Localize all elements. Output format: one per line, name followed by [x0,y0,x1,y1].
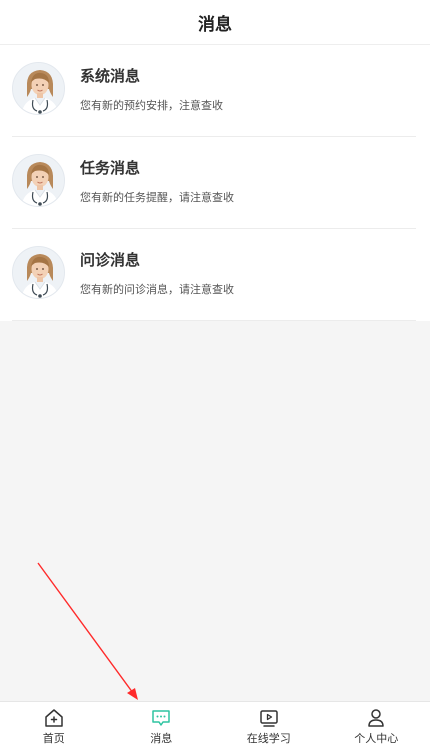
tab-profile[interactable]: 个人中心 [323,702,430,749]
message-title: 问诊消息 [80,249,234,271]
message-title: 任务消息 [80,157,234,179]
doctor-avatar-icon [12,246,65,299]
message-subtitle: 您有新的预约安排，注意查收 [80,98,223,114]
tab-home[interactable]: 首页 [0,702,108,749]
message-subtitle: 您有新的问诊消息，请注意查收 [80,282,234,298]
tab-online-learning[interactable]: 在线学习 [215,702,323,749]
message-icon [150,707,172,729]
doctor-avatar-icon [12,62,65,115]
message-list: 系统消息 您有新的预约安排，注意查收 任务消息 [0,45,430,321]
divider [12,320,416,321]
message-item-task[interactable]: 任务消息 您有新的任务提醒，请注意查收 [0,137,430,229]
message-item-system[interactable]: 系统消息 您有新的预约安排，注意查收 [0,45,430,137]
tab-label: 在线学习 [247,732,291,746]
tab-messages[interactable]: 消息 [108,702,216,749]
tab-label: 个人中心 [354,732,398,746]
tab-label: 首页 [43,732,65,746]
message-item-consultation[interactable]: 问诊消息 您有新的问诊消息，请注意查收 [0,229,430,321]
home-icon [43,707,65,729]
message-title: 系统消息 [80,65,223,87]
annotation-arrow-shaft [38,563,133,693]
page-title: 消息 [198,10,232,35]
annotation-arrow-head [127,688,138,700]
tab-label: 消息 [150,732,172,746]
message-subtitle: 您有新的任务提醒，请注意查收 [80,190,234,206]
doctor-avatar-icon [12,154,65,207]
video-play-icon [258,707,280,729]
user-icon [365,707,387,729]
bottom-tab-bar: 首页 消息 在线学习 个人中心 [0,701,430,749]
page-header: 消息 [0,0,430,45]
